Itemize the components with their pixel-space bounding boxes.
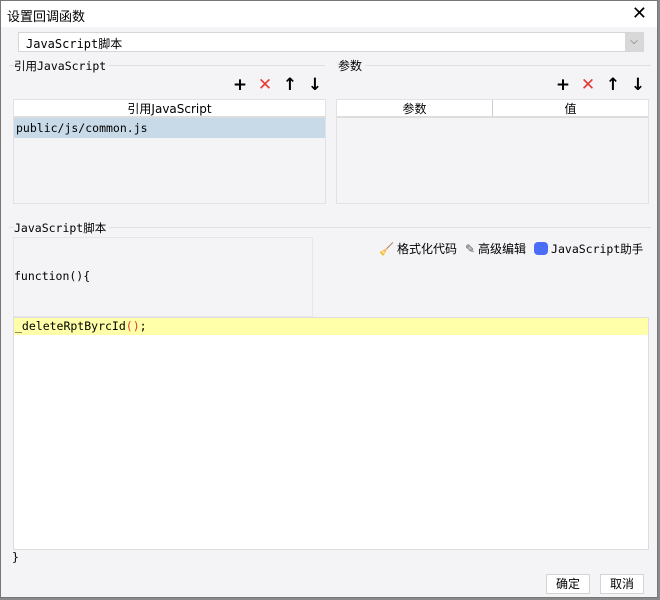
- ref-js-table: 引用JavaScript public/js/common.js: [13, 99, 326, 204]
- script-type-select[interactable]: JavaScript脚本 ⌵: [18, 32, 644, 52]
- chevron-down-icon[interactable]: ⌵: [625, 33, 643, 51]
- delete-icon[interactable]: ✕: [254, 75, 276, 95]
- delete-icon[interactable]: ✕: [577, 75, 599, 95]
- format-code-button[interactable]: 🧹 格式化代码: [379, 240, 457, 257]
- divider: [337, 65, 651, 66]
- script-group-label: JavaScript脚本: [14, 220, 110, 236]
- add-icon[interactable]: +: [552, 75, 574, 95]
- arrow-down-icon[interactable]: ↓: [627, 75, 649, 95]
- arrow-up-icon[interactable]: ↑: [602, 75, 624, 95]
- function-header: function(){: [14, 269, 91, 283]
- dialog-title: 设置回调函数: [7, 10, 86, 25]
- table-row[interactable]: public/js/common.js: [14, 118, 325, 138]
- column-header[interactable]: 值: [493, 100, 648, 116]
- ref-js-group-label: 引用JavaScript: [14, 58, 110, 74]
- arrow-down-icon[interactable]: ↓: [304, 75, 326, 95]
- params-group-label: 参数: [338, 57, 366, 74]
- assistant-icon: [534, 242, 549, 255]
- code-line[interactable]: _deleteRptByrcId();: [14, 318, 648, 335]
- callback-dialog: 设置回调函数 ✕ JavaScript脚本 ⌵ 引用JavaScript + ✕…: [0, 0, 658, 598]
- broom-icon: 🧹: [379, 241, 394, 256]
- function-header-area: function(){: [13, 237, 313, 317]
- add-icon[interactable]: +: [229, 75, 251, 95]
- code-editor[interactable]: _deleteRptByrcId();: [13, 317, 649, 550]
- column-header[interactable]: 引用JavaScript: [14, 100, 325, 118]
- advanced-edit-button[interactable]: ✎ 高级编辑: [465, 240, 526, 257]
- column-header[interactable]: 参数: [337, 100, 493, 116]
- arrow-up-icon[interactable]: ↑: [279, 75, 301, 95]
- function-footer: }: [12, 550, 19, 564]
- cancel-button[interactable]: 取消: [600, 574, 644, 594]
- js-assistant-button[interactable]: JavaScript助手: [534, 240, 643, 257]
- params-table: 参数 值: [336, 99, 649, 204]
- title-bar: 设置回调函数 ✕: [1, 1, 657, 27]
- select-value: JavaScript脚本: [26, 37, 123, 51]
- edit-icon: ✎: [464, 241, 476, 256]
- close-icon[interactable]: ✕: [632, 3, 647, 24]
- ok-button[interactable]: 确定: [546, 574, 590, 594]
